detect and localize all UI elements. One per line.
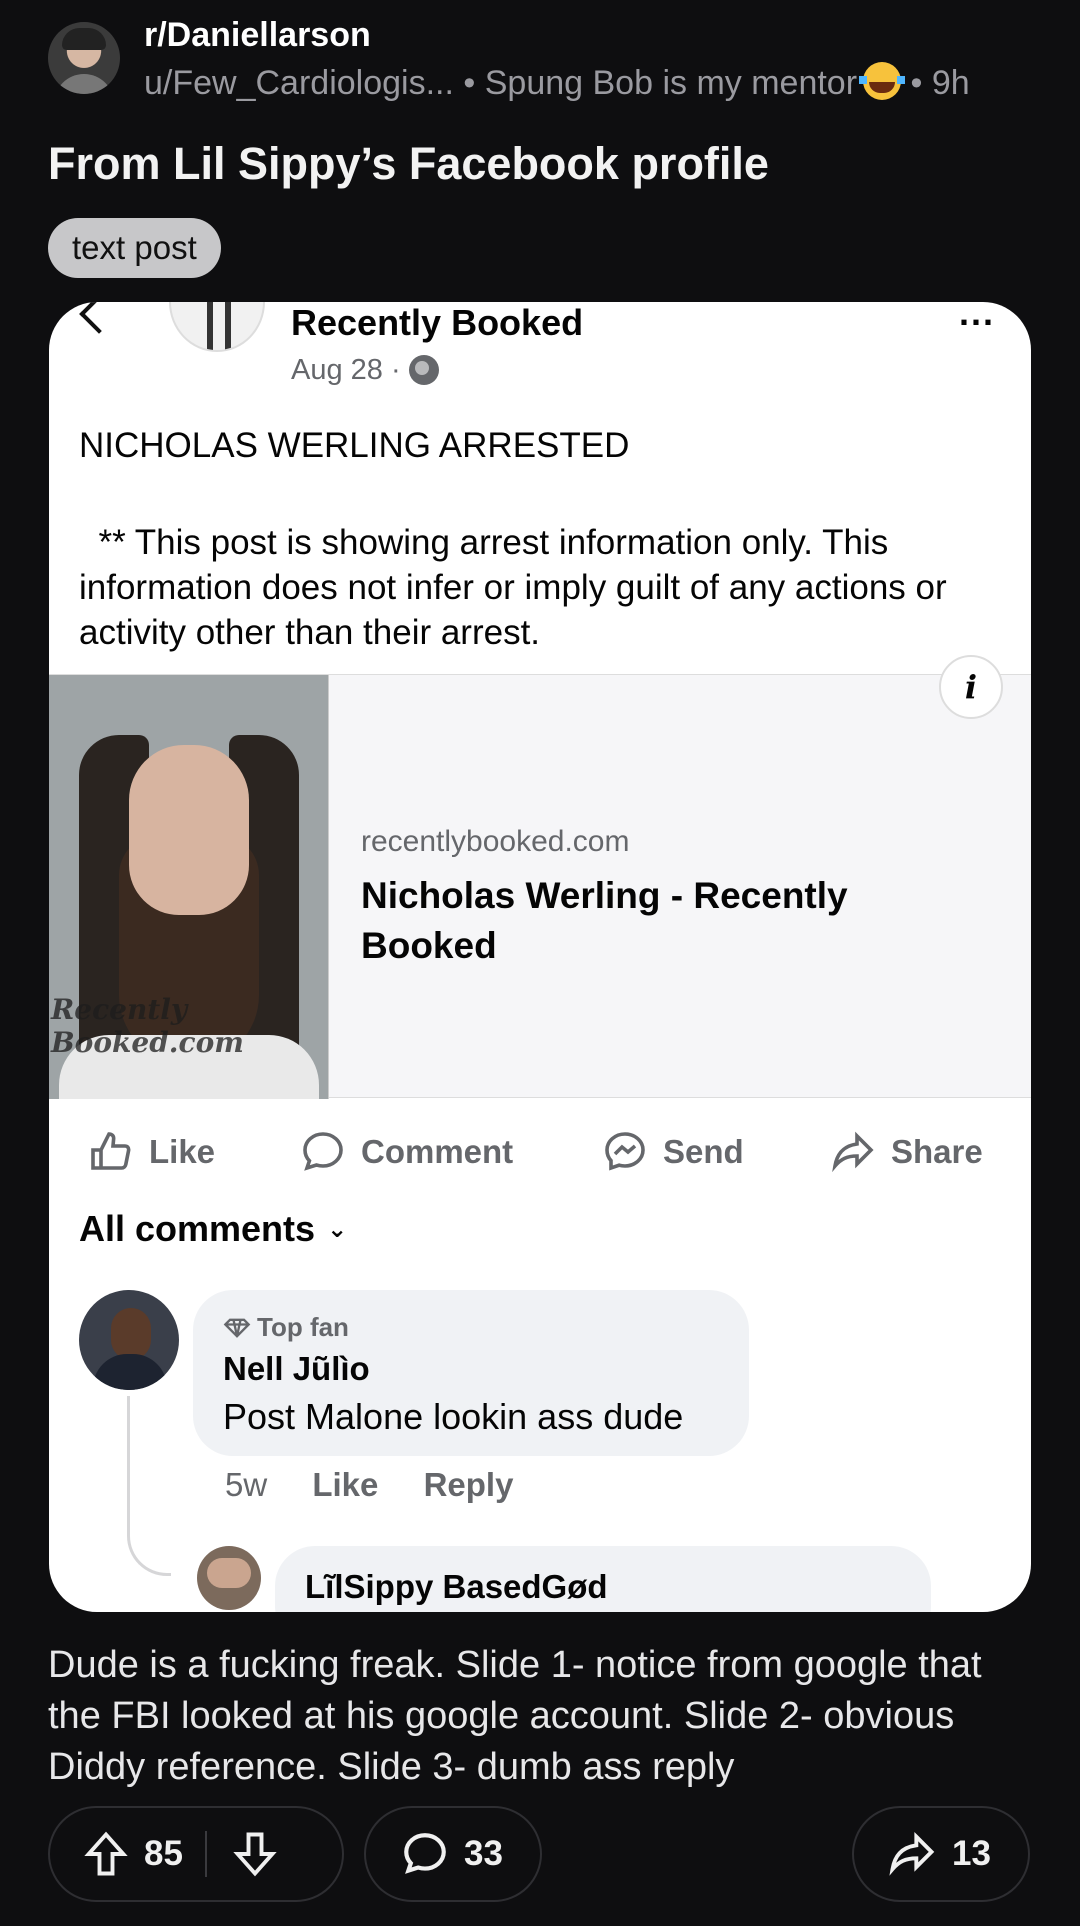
post-title: From Lil Sippy’s Facebook profile	[48, 138, 769, 189]
post-image[interactable]: Recently Booked ... Aug 28 · NICHOLAS WE…	[49, 302, 1031, 1612]
fb-action-bar: Like Comment Send Share	[49, 1122, 1031, 1182]
comment-bubble-icon	[303, 1132, 343, 1171]
comment-count: 33	[464, 1834, 503, 1873]
laughing-emoji-icon	[859, 62, 906, 100]
post-header: r/Daniellarson u/Few_Cardiologis... • Sp…	[48, 16, 1048, 106]
vote-divider	[204, 1831, 207, 1877]
more-options-icon: ...	[958, 302, 995, 333]
fb-post-disclaimer: ** This post is showing arrest informati…	[79, 523, 957, 652]
thumbs-up-icon	[91, 1132, 131, 1170]
top-fan-badge: Top fan	[223, 1312, 349, 1343]
downvote-icon[interactable]	[229, 1828, 281, 1880]
reply-thread-line	[127, 1396, 171, 1576]
fb-post-headline: NICHOLAS WERLING ARRESTED	[79, 426, 630, 465]
chevron-down-icon: ⌄	[327, 1216, 348, 1243]
share-arrow-icon	[832, 1131, 874, 1173]
vote-count: 85	[144, 1834, 183, 1873]
link-title: Nicholas Werling - Recently Booked	[361, 875, 848, 966]
subreddit-name[interactable]: r/Daniellarson	[144, 16, 371, 55]
info-icon: i	[939, 655, 1003, 719]
share-icon	[889, 1831, 935, 1876]
post-date: Aug 28 ·	[291, 354, 439, 387]
subreddit-avatar[interactable]	[48, 22, 120, 94]
comment-icon	[404, 1833, 446, 1874]
link-domain: recentlybooked.com	[361, 825, 630, 858]
reply-bubble: LĩlSippy BasedGød	[275, 1546, 931, 1612]
diamond-icon	[223, 1318, 251, 1338]
all-comments-filter: All comments ⌄	[79, 1208, 348, 1249]
user-flair: Spung Bob is my mentor	[484, 64, 858, 102]
comment-reply: Reply	[423, 1466, 514, 1503]
comments-button[interactable]: 33	[364, 1806, 542, 1902]
author-link[interactable]: u/Few_Cardiologis...	[144, 64, 454, 102]
comment-bubble: Top fan Nell Jũlìo Post Malone lookin as…	[193, 1290, 749, 1456]
vote-control: 85	[48, 1806, 344, 1902]
commenter-avatar	[79, 1290, 179, 1390]
mugshot-image: Recently Booked.com	[49, 675, 329, 1099]
fb-send-action: Send	[601, 1122, 744, 1182]
fb-share-action: Share	[829, 1122, 983, 1182]
comment-like: Like	[312, 1466, 379, 1503]
watermark: Recently Booked.com	[51, 993, 244, 1059]
page-avatar	[169, 302, 265, 352]
link-preview: Recently Booked.com i recentlybooked.com…	[49, 655, 1031, 1099]
share-count: 13	[952, 1834, 991, 1873]
messenger-icon	[605, 1132, 645, 1171]
upvote-icon[interactable]	[80, 1828, 132, 1880]
share-button[interactable]: 13	[852, 1806, 1030, 1902]
fb-comment-action: Comment	[299, 1122, 513, 1182]
comment-meta: 5w Like Reply	[225, 1466, 549, 1504]
fb-post-header: Recently Booked ... Aug 28 ·	[49, 302, 1031, 386]
comment-text: Post Malone lookin ass dude	[223, 1396, 684, 1437]
post-meta: u/Few_Cardiologis... • Spung Bob is my m…	[144, 62, 970, 102]
comment-time: 5w	[225, 1466, 268, 1503]
post-flair[interactable]: text post	[48, 218, 221, 278]
post-time: 9h	[931, 64, 970, 102]
reply-author-name: LĩlSippy BasedGød	[305, 1568, 608, 1605]
globe-icon	[408, 355, 439, 385]
commenter-name: Nell Jũlìo	[223, 1350, 370, 1387]
page-name: Recently Booked	[291, 302, 584, 343]
back-arrow-icon	[79, 302, 119, 334]
fb-like-action: Like	[87, 1122, 215, 1182]
reply-avatar	[197, 1546, 261, 1610]
post-body: Dude is a fucking freak. Slide 1- notice…	[48, 1644, 982, 1788]
